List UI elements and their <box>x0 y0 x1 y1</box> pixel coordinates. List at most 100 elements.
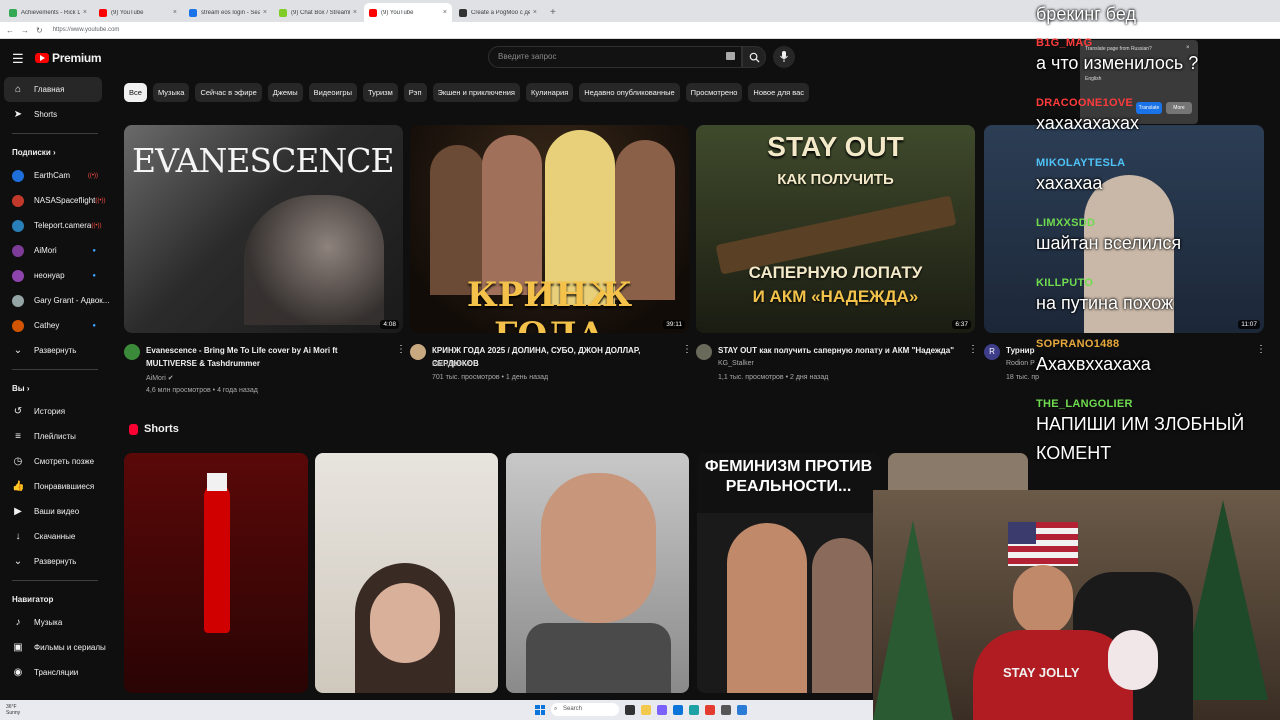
browser-tab[interactable]: Achievements - Rick Dashboard× <box>4 3 92 22</box>
filter-chip[interactable]: Недавно опубликованные <box>579 83 680 102</box>
video-title[interactable]: Evanescence - Bring Me To Life cover by … <box>146 344 376 370</box>
sidebar-item-home[interactable]: ⌂ Главная <box>4 77 102 102</box>
channel-avatar[interactable] <box>124 344 140 360</box>
sidebar-item-navigator[interactable]: ▣ Фильмы и сериалы <box>0 635 110 660</box>
subscription-item[interactable]: Gary Grant - Адвок... <box>0 288 110 313</box>
windows-taskbar: 36°F Sunny ⌕ Search <box>0 700 873 720</box>
subscription-item[interactable]: NASASpaceflight ((•)) <box>0 188 110 213</box>
sidebar-item-icon: 👍 <box>12 481 25 492</box>
search-input[interactable]: Введите запрос <box>488 46 742 68</box>
filter-chip[interactable]: Рэп <box>403 83 427 102</box>
short-card[interactable]: ФЕМИНИЗМ ПРОТИВ РЕАЛЬНОСТИ... <box>697 453 880 693</box>
thumbnail-text: САПЕРНУЮ ЛОПАТУ <box>748 263 923 282</box>
more-options-icon[interactable]: ⋮ <box>968 344 978 355</box>
tab-close-icon[interactable]: × <box>173 9 177 16</box>
sidebar-item-you[interactable]: ≡ Плейлисты <box>0 424 110 449</box>
sidebar-item-you[interactable]: ↺ История <box>0 399 110 424</box>
sidebar-item-you[interactable]: ◷ Смотреть позже <box>0 449 110 474</box>
tab-close-icon[interactable]: × <box>83 9 87 16</box>
video-thumbnail[interactable]: STAY OUT КАК ПОЛУЧИТЬ САПЕРНУЮ ЛОПАТУ И … <box>696 125 975 333</box>
filter-chip[interactable]: Джемы <box>267 83 303 102</box>
browser-tab[interactable]: (9) Chat Box / StreamLabs× <box>274 3 362 22</box>
filter-chip[interactable]: Музыка <box>152 83 190 102</box>
taskbar-search[interactable]: ⌕ Search <box>551 703 619 716</box>
more-options-icon[interactable]: ⋮ <box>396 344 406 355</box>
sidebar-item-navigator[interactable]: ♪ Музыка <box>0 610 110 635</box>
taskbar-search-label: Search <box>563 706 583 712</box>
channel-avatar[interactable] <box>410 344 426 360</box>
tab-title: Create a PogMoo с деньгами То... <box>471 9 530 16</box>
filter-chip[interactable]: Туризм <box>363 83 398 102</box>
search-button[interactable] <box>742 46 766 68</box>
chat-text: на путина похож <box>1036 293 1174 313</box>
video-thumbnail[interactable]: EVANESCENCE 4:08 <box>124 125 403 333</box>
stream-chat-overlay: брекинг бед B1G_MAG а что изменилось ? DRAC… <box>1030 0 1275 478</box>
tab-close-icon[interactable]: × <box>263 9 267 16</box>
browser-tab[interactable]: stream eos login - Search× <box>184 3 272 22</box>
app-icon[interactable] <box>689 704 699 715</box>
tab-close-icon[interactable]: × <box>533 9 537 16</box>
browser-tab[interactable]: Create a PogMoo с деньгами То...× <box>454 3 542 22</box>
new-tab-button[interactable]: + <box>544 7 562 22</box>
channel-name[interactable]: KG_Stalker <box>718 360 754 367</box>
channel-name[interactable]: AiMori ✔ <box>146 374 174 382</box>
channel-avatar <box>12 294 24 307</box>
short-card[interactable] <box>506 453 689 693</box>
tab-close-icon[interactable]: × <box>443 9 447 16</box>
sidebar-item-shorts[interactable]: ➤ Shorts <box>0 102 110 127</box>
subscription-item[interactable]: EarthCam ((•)) <box>0 163 110 188</box>
channel-avatar[interactable]: R <box>984 344 1000 360</box>
sidebar-item-you[interactable]: ⌄ Развернуть <box>0 549 110 574</box>
keyboard-icon[interactable] <box>726 52 735 60</box>
file-explorer-icon[interactable] <box>641 704 651 715</box>
sidebar-item-label: Главная <box>34 85 65 94</box>
filter-chip[interactable]: Сейчас в эфире <box>195 83 262 102</box>
reload-icon[interactable]: ↻ <box>36 26 43 35</box>
edge-icon[interactable] <box>673 704 683 715</box>
video-thumbnail[interactable]: КРИНЖ ГОДА 39:11 <box>410 125 689 333</box>
sidebar-item-label: Понравившиеся <box>34 482 95 491</box>
channel-avatar[interactable] <box>696 344 712 360</box>
browser-tab[interactable]: (9) YouTube × <box>364 3 452 22</box>
windows-start-icon[interactable] <box>535 704 545 715</box>
filter-chip[interactable]: Кулинария <box>526 83 574 102</box>
app-icon[interactable] <box>657 704 667 715</box>
short-card[interactable] <box>124 453 308 693</box>
filter-chip[interactable]: Экшен и приключения <box>432 83 520 102</box>
forward-icon[interactable]: → <box>21 26 29 35</box>
short-card[interactable] <box>315 453 498 693</box>
back-icon[interactable]: ← <box>6 26 14 35</box>
sidebar-item-icon: ⌄ <box>13 556 23 567</box>
task-view-icon[interactable] <box>625 704 635 715</box>
subscription-item[interactable]: Cathey ● <box>0 313 110 338</box>
browser-tab[interactable]: (9) YouTube × <box>94 3 182 22</box>
filter-chip[interactable]: Видеоигры <box>308 83 357 102</box>
chrome-icon[interactable] <box>705 704 715 715</box>
filter-chip[interactable]: Просмотрено <box>685 83 743 102</box>
voice-search-button[interactable] <box>773 46 795 68</box>
subscription-item[interactable]: AiMori ● <box>0 238 110 263</box>
app-icon[interactable] <box>721 704 731 715</box>
sidebar-item-you[interactable]: ▶ Ваши видео <box>0 499 110 524</box>
more-options-icon[interactable]: ⋮ <box>682 344 692 355</box>
sidebar-item-you[interactable]: 👍 Понравившиеся <box>0 474 110 499</box>
youtube-logo[interactable]: Premium <box>35 51 102 65</box>
subscription-item[interactable]: Teleport.camera ((•)) <box>0 213 110 238</box>
subscription-item[interactable]: неонуар ● <box>0 263 110 288</box>
tab-close-icon[interactable]: × <box>353 9 357 16</box>
app-icon[interactable] <box>737 704 747 715</box>
channel-name[interactable]: РЫНДЫЧ ✔ <box>432 360 471 368</box>
sidebar-item-icon: ≡ <box>15 431 21 442</box>
menu-icon[interactable]: ☰ <box>12 51 24 67</box>
sidebar-item-you[interactable]: ↓ Скачанные <box>0 524 110 549</box>
weather-widget[interactable]: 36°F Sunny <box>6 704 20 716</box>
video-title[interactable]: STAY OUT как получить саперную лопату и … <box>718 344 963 357</box>
filter-chip[interactable]: Новое для вас <box>748 83 810 102</box>
subscription-label: AiMori <box>34 246 57 255</box>
sidebar-item-navigator[interactable]: ◉ Трансляции <box>0 660 110 685</box>
filter-chip[interactable]: Все <box>124 83 147 102</box>
subscriptions-heading[interactable]: Подписки › <box>0 140 110 163</box>
you-heading[interactable]: Вы › <box>0 376 110 399</box>
url-field[interactable]: https://www.youtube.com <box>53 27 120 33</box>
expand-subscriptions-button[interactable]: ⌄ Развернуть <box>0 338 110 363</box>
